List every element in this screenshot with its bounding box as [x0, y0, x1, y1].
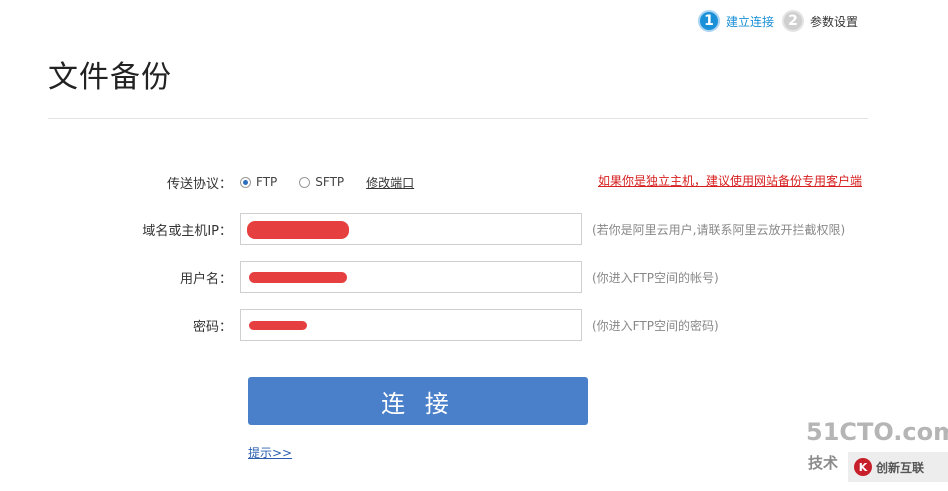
step-connect: 1 建立连接 [698, 10, 774, 32]
host-row: 域名或主机IP： (若你是阿里云用户,请联系阿里云放开拦截权限) [0, 213, 948, 245]
step-settings: 2 参数设置 [782, 10, 858, 32]
radio-ftp-label: FTP [256, 175, 278, 189]
page-title: 文件备份 [48, 60, 172, 95]
watermark-brand-text: 创新互联 [876, 460, 925, 475]
username-redaction-mark [249, 272, 347, 283]
standalone-host-notice-link[interactable]: 如果你是独立主机，建议使用网站备份专用客户端 [598, 172, 862, 189]
watermark-tech: 技术 [808, 454, 839, 472]
username-hint: (你进入FTP空间的帐号) [592, 270, 719, 285]
radio-sftp-label: SFTP [315, 175, 345, 189]
watermark-brand: K 创新互联 [848, 452, 948, 482]
host-label: 域名或主机IP： [142, 223, 232, 239]
protocol-radio-group: FTP SFTP 修改端口 [240, 174, 414, 191]
title-divider [48, 118, 868, 119]
step-label-connect: 建立连接 [726, 14, 775, 29]
radio-sftp-dot[interactable] [299, 176, 311, 188]
radio-ftp[interactable]: FTP [240, 175, 277, 189]
protocol-row: 传送协议： FTP SFTP 修改端口 如果你是独立主机，建议使用网站备份专用客… [0, 172, 948, 192]
tips-link[interactable]: 提示>> [248, 444, 292, 461]
username-input[interactable] [240, 261, 582, 293]
password-label: 密码： [192, 319, 232, 335]
host-redaction-mark [247, 221, 349, 239]
page: 1 建立连接 2 参数设置 文件备份 传送协议： FTP SFTP 修改端口 如… [0, 0, 948, 491]
password-row: 密码： (你进入FTP空间的密码) [0, 309, 948, 341]
protocol-label: 传送协议： [166, 176, 232, 192]
step-number-1: 1 [698, 10, 720, 32]
host-hint: (若你是阿里云用户,请联系阿里云放开拦截权限) [592, 222, 846, 237]
modify-port-link[interactable]: 修改端口 [366, 174, 414, 191]
password-hint: (你进入FTP空间的密码) [592, 318, 719, 333]
step-label-settings: 参数设置 [810, 14, 859, 29]
step-indicator: 1 建立连接 2 参数设置 [698, 10, 858, 32]
step-number-2: 2 [782, 10, 805, 32]
password-redaction-mark [249, 321, 307, 330]
username-label: 用户名： [179, 271, 232, 287]
connect-button[interactable]: 连 接 [248, 377, 588, 425]
brand-logo-icon: K [854, 458, 872, 476]
radio-ftp-dot[interactable] [240, 176, 251, 188]
host-input[interactable] [240, 213, 582, 245]
radio-sftp[interactable]: SFTP [299, 175, 344, 189]
username-row: 用户名： (你进入FTP空间的帐号) [0, 261, 948, 293]
password-input[interactable] [240, 309, 582, 341]
watermark-51cto: 51CTO.com [806, 418, 948, 446]
